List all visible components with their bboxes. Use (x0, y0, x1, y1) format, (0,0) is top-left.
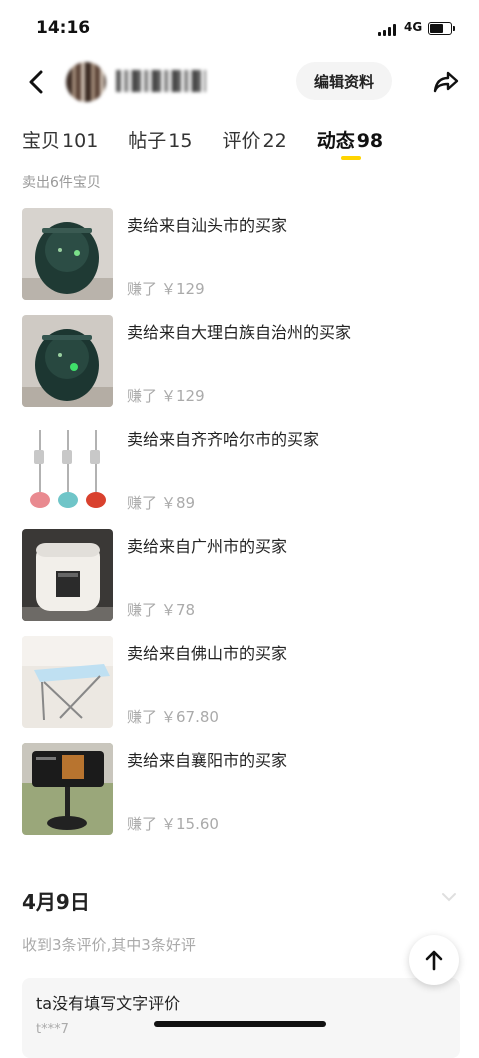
list-item[interactable]: 卖给来自大理白族自治州的买家 赚了 ￥129 (0, 315, 479, 422)
item-earned: 赚了 ￥129 (127, 278, 205, 299)
earned-label: 赚了 (127, 280, 158, 298)
item-title: 卖给来自佛山市的买家 (127, 644, 288, 663)
review-text: ta没有填写文字评价 (36, 994, 181, 1013)
tab-posts[interactable]: 帖子 15 (128, 126, 192, 166)
tab-label: 动态 (316, 130, 355, 152)
earned-amount: ￥67.80 (161, 708, 219, 726)
scroll-to-top-button[interactable] (409, 935, 459, 985)
nickname-blurred (116, 70, 206, 92)
avatar[interactable] (66, 62, 106, 102)
share-icon (433, 71, 459, 93)
item-earned: 赚了 ￥78 (127, 599, 195, 620)
item-earned: 赚了 ￥89 (127, 492, 195, 513)
arrow-up-icon (425, 950, 443, 971)
edit-profile-button[interactable]: 编辑资料 (296, 62, 392, 100)
tab-count: 101 (62, 130, 99, 152)
list-item[interactable]: 卖给来自襄阳市的买家 赚了 ￥15.60 (0, 743, 479, 850)
item-earned: 赚了 ￥67.80 (127, 706, 219, 727)
sold-items-list: 卖给来自汕头市的买家 赚了 ￥129 卖给来自大理白族自治州的买家 赚了 ￥129 (0, 208, 479, 850)
earned-amount: ￥89 (161, 494, 196, 512)
review-summary: 收到3条评价,其中3条好评 (22, 936, 196, 954)
chevron-down-icon[interactable] (440, 888, 458, 906)
earned-label: 赚了 (127, 708, 158, 726)
item-earned: 赚了 ￥129 (127, 385, 205, 406)
item-title: 卖给来自广州市的买家 (127, 537, 288, 556)
list-item[interactable]: 卖给来自佛山市的买家 赚了 ￥67.80 (0, 636, 479, 743)
list-item[interactable]: 卖给来自齐齐哈尔市的买家 赚了 ￥89 (0, 422, 479, 529)
chevron-left-icon (29, 70, 43, 94)
tab-label: 评价 (222, 130, 261, 152)
garment-steamer-photo (22, 422, 113, 514)
date-header: 4月9日 (22, 890, 90, 914)
list-item[interactable]: 卖给来自广州市的买家 赚了 ￥78 (0, 529, 479, 636)
tab-label: 宝贝 (22, 130, 61, 152)
item-earned: 赚了 ￥15.60 (127, 813, 219, 834)
tab-items[interactable]: 宝贝 101 (22, 126, 98, 166)
status-time: 14:16 (36, 18, 91, 38)
battery-icon (428, 22, 455, 35)
earned-label: 赚了 (127, 494, 158, 512)
earned-amount: ￥129 (161, 280, 205, 298)
list-item[interactable]: 卖给来自汕头市的买家 赚了 ￥129 (0, 208, 479, 315)
item-title: 卖给来自大理白族自治州的买家 (127, 323, 352, 342)
tab-count: 15 (168, 130, 193, 152)
earned-amount: ￥78 (161, 601, 196, 619)
phone-stand-photo (22, 743, 113, 835)
earned-label: 赚了 (127, 601, 158, 619)
earned-label: 赚了 (127, 387, 158, 405)
folding-table-photo (22, 636, 113, 728)
tab-label: 帖子 (128, 130, 167, 152)
item-title: 卖给来自襄阳市的买家 (127, 751, 288, 770)
item-title: 卖给来自汕头市的买家 (127, 216, 288, 235)
back-button[interactable] (18, 64, 54, 100)
home-indicator[interactable] (154, 1021, 326, 1027)
reviewer-name: t***7 (36, 1022, 69, 1037)
tab-reviews[interactable]: 评价 22 (222, 126, 286, 166)
share-button[interactable] (430, 66, 462, 98)
signal-icon (378, 24, 400, 36)
earned-label: 赚了 (127, 815, 158, 833)
profile-tabs: 宝贝 101 帖子 15 评价 22 动态 98 (22, 126, 413, 166)
earned-amount: ￥15.60 (161, 815, 219, 833)
review-card[interactable]: ta没有填写文字评价 t***7 (22, 978, 460, 1058)
status-bar: 14:16 4G (0, 0, 479, 56)
profile-header: 编辑资料 (0, 56, 479, 108)
air-fryer-photo (22, 315, 113, 407)
network-label: 4G (404, 20, 423, 34)
rice-cooker-photo (22, 529, 113, 621)
tab-count: 98 (356, 130, 384, 152)
sold-summary: 卖出6件宝贝 (22, 175, 101, 191)
item-title: 卖给来自齐齐哈尔市的买家 (127, 430, 320, 449)
tab-activity[interactable]: 动态 98 (317, 126, 383, 166)
earned-amount: ￥129 (161, 387, 205, 405)
air-fryer-photo (22, 208, 113, 300)
tab-count: 22 (262, 130, 287, 152)
